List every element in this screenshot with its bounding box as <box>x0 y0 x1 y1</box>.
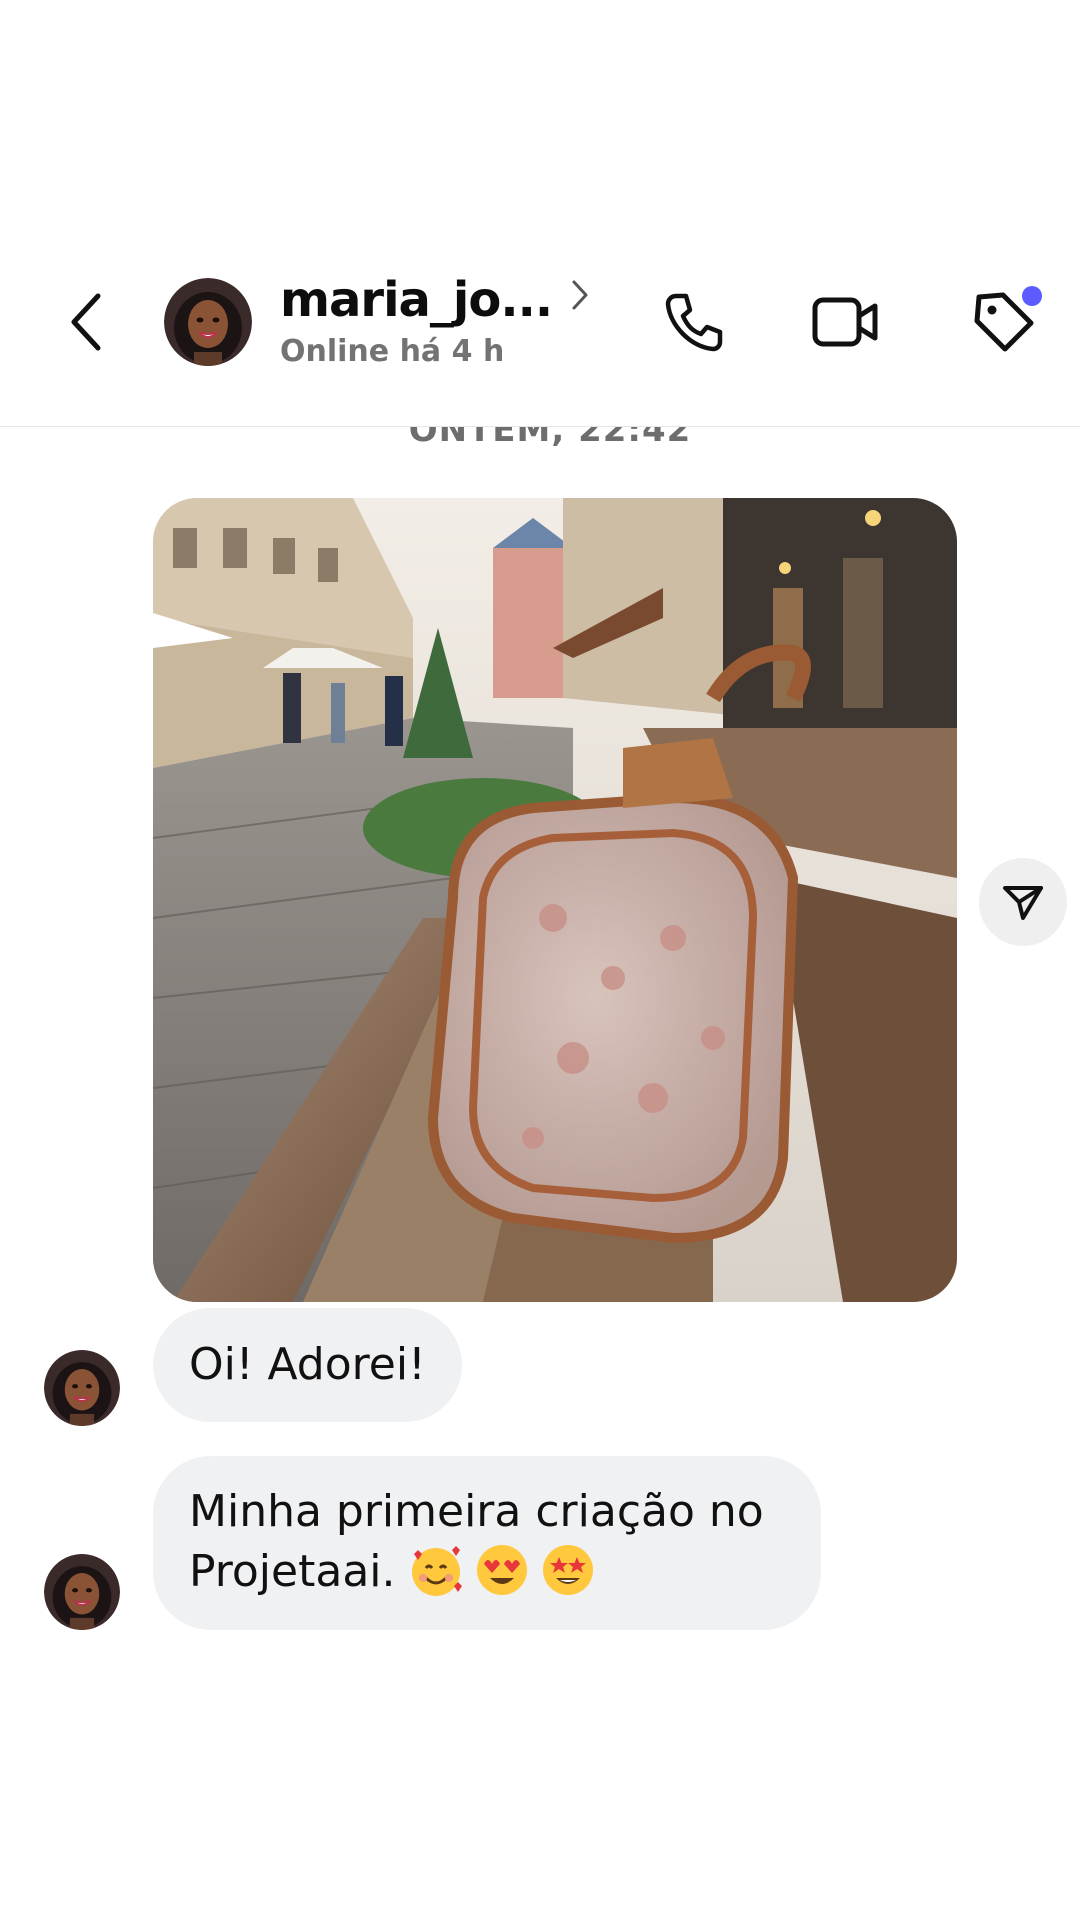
message-bubble[interactable]: Oi! Adorei! <box>153 1308 462 1422</box>
avatar-illustration <box>44 1554 120 1630</box>
share-button[interactable] <box>979 858 1067 946</box>
send-icon <box>1003 886 1043 920</box>
chevron-right-icon <box>572 280 588 310</box>
sender-avatar[interactable] <box>44 1350 120 1426</box>
phone-icon <box>665 293 723 352</box>
audio-call-button[interactable] <box>654 282 734 362</box>
sender-avatar[interactable] <box>44 1554 120 1630</box>
username-link[interactable]: maria_jo... <box>280 272 590 328</box>
message-bubble[interactable]: Minha primeira criação no Projetaai. <box>153 1456 821 1630</box>
image-message[interactable] <box>153 498 957 1302</box>
avatar[interactable] <box>164 278 252 366</box>
avatar-illustration <box>164 278 252 366</box>
notification-dot <box>1022 286 1042 306</box>
backpack-photo <box>153 498 957 1302</box>
avatar-illustration <box>44 1350 120 1426</box>
tag-button[interactable] <box>964 282 1044 362</box>
username: maria_jo... <box>280 272 553 328</box>
online-status: Online há 4 h <box>280 334 505 369</box>
chat-header: maria_jo... Online há 4 h <box>0 0 1080 427</box>
emoji-group <box>408 1542 596 1598</box>
chevron-left-icon <box>71 293 101 351</box>
chat-screen: maria_jo... Online há 4 h ONTEM, 22:42 O… <box>0 0 1080 1920</box>
back-button[interactable] <box>56 282 116 362</box>
video-camera-icon <box>812 297 878 347</box>
video-call-button[interactable] <box>806 282 886 362</box>
smiling-face-with-hearts-icon <box>408 1542 464 1598</box>
message-text: Oi! Adorei! <box>189 1339 426 1390</box>
star-struck-icon <box>540 1542 596 1598</box>
heart-eyes-icon <box>474 1542 530 1598</box>
